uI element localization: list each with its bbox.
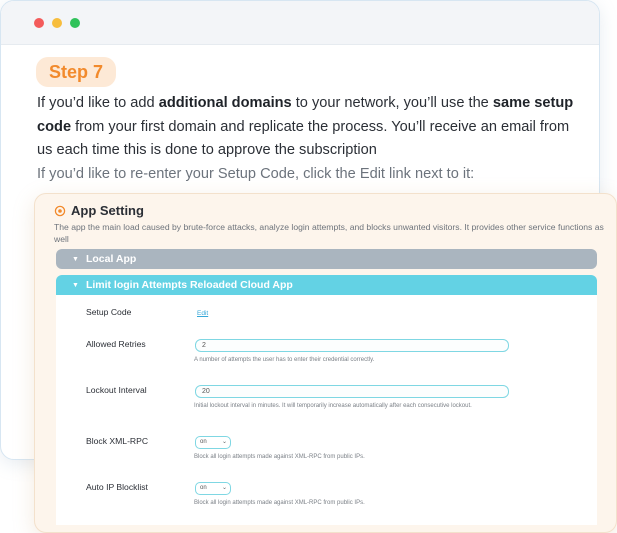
lockout-interval-input[interactable]: 20: [195, 385, 509, 398]
setup-code-edit-link[interactable]: Edit: [197, 310, 208, 317]
settings-icon: [54, 205, 66, 216]
intro-text-1: If you’d like to add: [37, 95, 159, 111]
allowed-retries-input[interactable]: 2: [195, 339, 509, 352]
block-xmlrpc-select[interactable]: on ⌄: [195, 436, 231, 449]
intro-text-2: to your network, you’ll use the: [291, 95, 493, 111]
local-app-toggle[interactable]: ▼ Local App: [56, 249, 597, 269]
intro-secondary: If you’d like to re-enter your Setup Cod…: [37, 165, 475, 182]
step-badge: Step 7: [36, 57, 117, 87]
caret-down-icon: ▼: [72, 256, 79, 263]
block-xmlrpc-label: Block XML-RPC: [86, 436, 149, 446]
panel-description: The app the main load caused by brute-fo…: [54, 222, 604, 244]
auto-ip-blocklist-value: on: [200, 485, 207, 491]
minimize-window-icon[interactable]: [52, 18, 62, 28]
panel-title: App Setting: [54, 203, 144, 218]
auto-ip-blocklist-select[interactable]: on ⌄: [195, 482, 231, 495]
intro-text-3: from your first domain and replicate the…: [37, 118, 570, 159]
setup-code-label: Setup Code: [86, 307, 132, 317]
instructions-text: If you’d like to add additional domains …: [37, 92, 577, 186]
cloud-app-toggle[interactable]: ▼ Limit login Attempts Reloaded Cloud App: [56, 275, 597, 295]
cloud-app-label: Limit login Attempts Reloaded Cloud App: [85, 279, 293, 291]
block-xmlrpc-value: on: [200, 439, 207, 445]
lockout-interval-help: Initial lockout interval in minutes. It …: [194, 403, 472, 409]
close-window-icon[interactable]: [34, 18, 44, 28]
app-setting-panel: App Setting The app the main load caused…: [34, 193, 617, 533]
cloud-settings: Setup Code Edit Allowed Retries 2 A numb…: [56, 295, 597, 525]
chevron-down-icon: ⌄: [221, 439, 227, 445]
maximize-window-icon[interactable]: [70, 18, 80, 28]
window-titlebar: [1, 1, 599, 45]
lockout-interval-label: Lockout Interval: [86, 385, 147, 395]
panel-title-text: App Setting: [71, 203, 144, 218]
auto-ip-blocklist-help: Block all login attempts made against XM…: [194, 500, 365, 506]
caret-down-icon: ▼: [72, 282, 79, 289]
block-xmlrpc-help: Block all login attempts made against XM…: [194, 454, 365, 460]
intro-bold-1: additional domains: [158, 95, 292, 111]
allowed-retries-help: A number of attempts the user has to ent…: [194, 357, 375, 363]
chevron-down-icon: ⌄: [221, 485, 227, 491]
auto-ip-blocklist-label: Auto IP Blocklist: [86, 482, 148, 492]
allowed-retries-label: Allowed Retries: [86, 339, 146, 349]
local-app-label: Local App: [85, 253, 137, 265]
